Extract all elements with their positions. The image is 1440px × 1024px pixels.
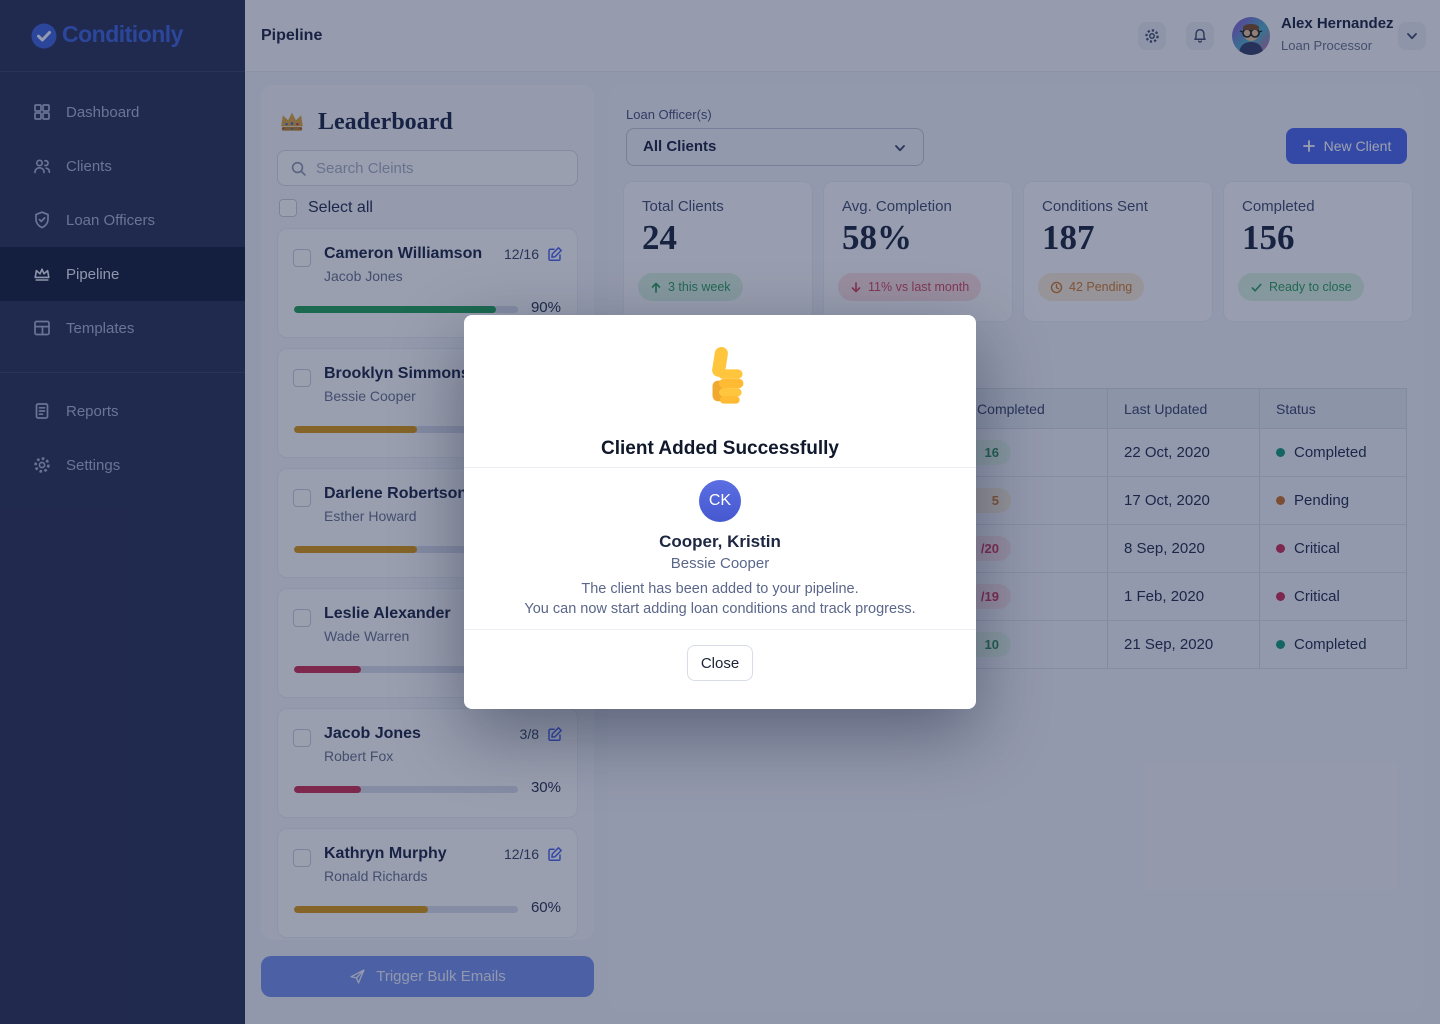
client-added-modal: Client Added Successfully CK Cooper, Kri… — [464, 315, 976, 709]
modal-description-line1: The client has been added to your pipeli… — [464, 581, 976, 597]
thumbs-up-emoji — [690, 343, 750, 407]
modal-client-name: Cooper, Kristin — [464, 532, 976, 552]
client-initials-avatar: CK — [699, 480, 741, 522]
app-root: Conditionly Dashboard Clients Loan Offic… — [0, 0, 1440, 1024]
modal-divider — [464, 467, 976, 468]
close-button[interactable]: Close — [687, 645, 753, 681]
modal-client-officer: Bessie Cooper — [464, 555, 976, 572]
modal-divider — [464, 629, 976, 630]
modal-title: Client Added Successfully — [464, 438, 976, 460]
modal-description-line2: You can now start adding loan conditions… — [464, 601, 976, 617]
